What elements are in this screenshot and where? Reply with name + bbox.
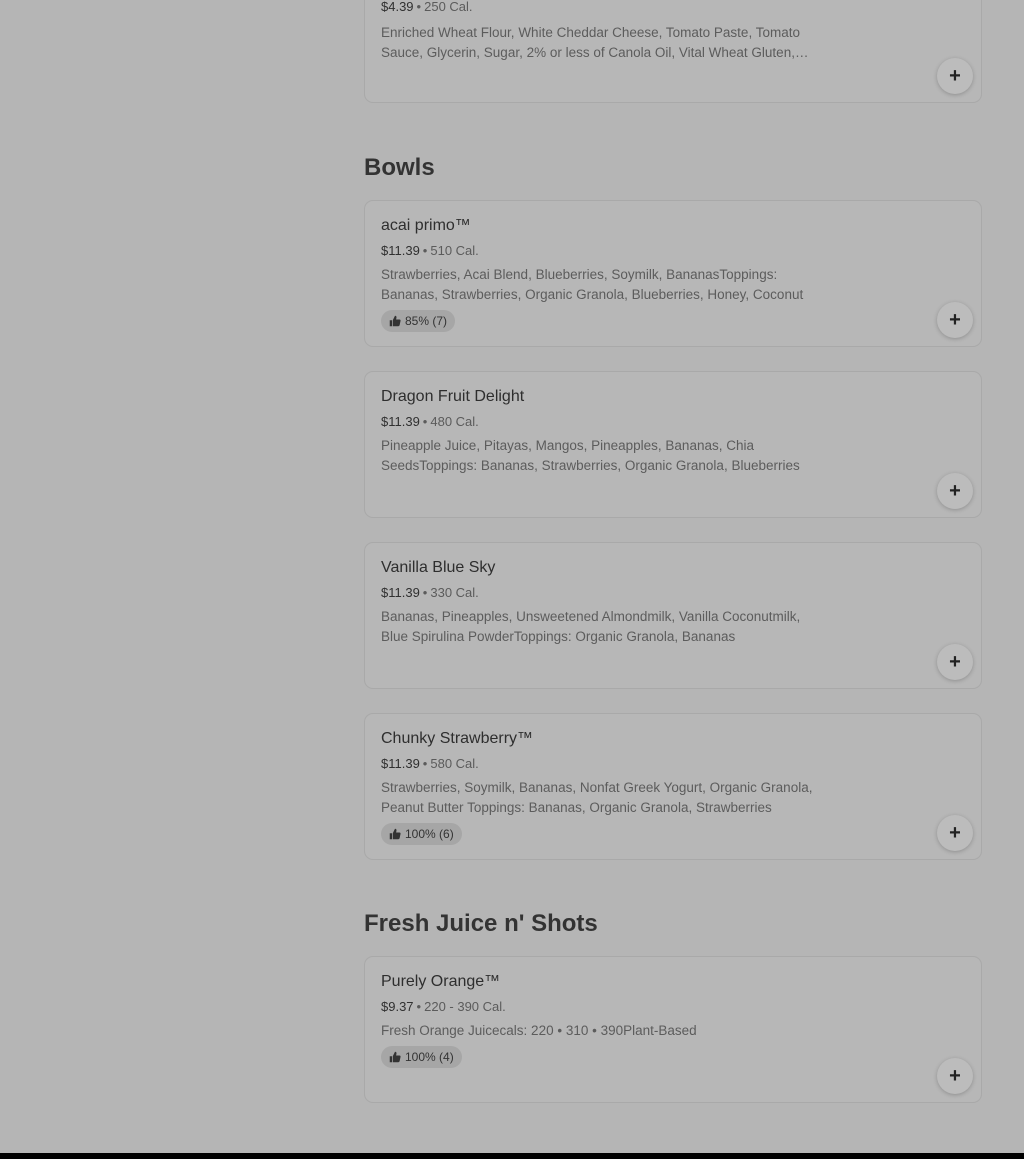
separator-dot: • <box>422 243 428 258</box>
item-calories: 480 Cal. <box>430 414 479 429</box>
item-price: $11.39 <box>381 414 420 429</box>
thumbs-up-icon <box>389 828 401 840</box>
rating-text: 85% (7) <box>405 314 448 328</box>
plus-icon: + <box>949 651 961 673</box>
menu-item-card[interactable]: Dragon Fruit Delight $11.39 • 480 Cal. Pin… <box>364 371 982 518</box>
menu-item-card[interactable]: $4.39 • 250 Cal. Enriched Wheat Flour, Whi… <box>364 0 982 103</box>
item-description: Strawberries, Soymilk, Bananas, Nonfat G… <box>381 780 813 815</box>
rating-badge: 85% (7) <box>381 310 456 332</box>
menu-item-card[interactable]: Chunky Strawberry™ $11.39 • 580 Cal. Straw… <box>364 713 982 860</box>
item-price: $4.39 <box>381 0 414 14</box>
menu-item-card[interactable]: Purely Orange™ $9.37 • 220 - 390 Cal. Fres… <box>364 956 982 1103</box>
plus-icon: + <box>949 822 961 844</box>
item-price: $11.39 <box>381 585 420 600</box>
add-item-button[interactable]: + <box>937 815 973 851</box>
item-price: $9.37 <box>381 999 414 1014</box>
separator-dot: • <box>416 0 422 14</box>
plus-icon: + <box>949 480 961 502</box>
separator-dot: • <box>422 414 428 429</box>
item-description: Pineapple Juice, Pitayas, Mangos, Pineap… <box>381 438 800 473</box>
section-title-bowls: Bowls <box>364 154 435 181</box>
menu-item-card[interactable]: acai primo™ $11.39 • 510 Cal. Strawberries… <box>364 200 982 347</box>
item-meta: $11.39 • 510 Cal. <box>381 243 479 258</box>
rating-text: 100% (4) <box>405 1050 454 1064</box>
item-price: $11.39 <box>381 243 420 258</box>
item-name: acai primo™ <box>381 217 471 234</box>
item-name: Chunky Strawberry™ <box>381 730 534 747</box>
menu-item-card[interactable]: Vanilla Blue Sky $11.39 • 330 Cal. Bananas… <box>364 542 982 689</box>
item-meta: $11.39 • 580 Cal. <box>381 756 479 771</box>
item-calories: 250 Cal. <box>424 0 473 14</box>
item-description: Enriched Wheat Flour, White Cheddar Chee… <box>381 25 800 60</box>
separator-dot: • <box>422 756 428 771</box>
add-item-button[interactable]: + <box>937 302 973 338</box>
add-item-button[interactable]: + <box>937 58 973 94</box>
separator-dot: • <box>416 999 422 1014</box>
item-calories: 330 Cal. <box>430 585 479 600</box>
item-description: Bananas, Pineapples, Unsweetened Almondm… <box>381 609 801 644</box>
rating-badge: 100% (4) <box>381 1046 462 1068</box>
item-meta: $11.39 • 330 Cal. <box>381 585 479 600</box>
item-calories: 220 - 390 Cal. <box>424 999 506 1014</box>
add-item-button[interactable]: + <box>937 644 973 680</box>
item-description: Fresh Orange Juicecals: 220 • 310 • 390P… <box>381 1023 697 1038</box>
section-title-fresh-juice: Fresh Juice n' Shots <box>364 910 598 937</box>
item-calories: 580 Cal. <box>430 756 479 771</box>
item-name: Vanilla Blue Sky <box>381 559 496 576</box>
rating-text: 100% (6) <box>405 827 454 841</box>
item-meta: $11.39 • 480 Cal. <box>381 414 479 429</box>
thumbs-up-icon <box>389 1051 401 1063</box>
add-item-button[interactable]: + <box>937 1058 973 1094</box>
footer-bar <box>0 1153 1024 1159</box>
plus-icon: + <box>949 309 961 331</box>
item-name: Purely Orange™ <box>381 973 501 990</box>
plus-icon: + <box>949 65 961 87</box>
item-meta: $4.39 • 250 Cal. <box>381 0 473 14</box>
rating-badge: 100% (6) <box>381 823 462 845</box>
item-price: $11.39 <box>381 756 420 771</box>
item-calories: 510 Cal. <box>430 243 479 258</box>
item-meta: $9.37 • 220 - 390 Cal. <box>381 999 506 1014</box>
add-item-button[interactable]: + <box>937 473 973 509</box>
item-name: Dragon Fruit Delight <box>381 388 525 405</box>
thumbs-up-icon <box>389 315 401 327</box>
plus-icon: + <box>949 1065 961 1087</box>
item-description: Strawberries, Acai Blend, Blueberries, S… <box>381 267 804 302</box>
separator-dot: • <box>422 585 428 600</box>
